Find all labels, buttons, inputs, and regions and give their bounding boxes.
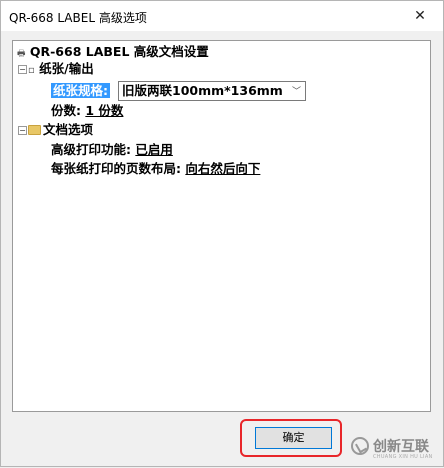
advanced-print-value[interactable]: 已启用 — [135, 142, 173, 157]
watermark-text: 创新互联 — [373, 439, 429, 455]
paper-icon: ▫ — [28, 65, 35, 76]
paper-size-label: 纸张规格: — [51, 83, 110, 98]
tree-node-doc-options[interactable]: 文档选项 — [43, 122, 93, 138]
ok-button[interactable]: 确定 — [255, 427, 332, 449]
settings-tree: 🖶 QR-668 LABEL 高级文档设置 − ▫ 纸张/输出 纸张规格: 旧版… — [12, 40, 431, 412]
tree-root-label: QR-668 LABEL 高级文档设置 — [29, 44, 209, 59]
dialog-window: QR-668 LABEL 高级选项 ✕ 🖶 QR-668 LABEL 高级文档设… — [0, 0, 444, 467]
paper-size-value: 旧版两联100mm*136mm — [122, 83, 283, 98]
title-bar: QR-668 LABEL 高级选项 ✕ — [1, 1, 443, 31]
tree-item-pages-per-sheet[interactable]: 每张纸打印的页数布局: 向右然后向下 — [51, 161, 260, 177]
copies-value[interactable]: 1 份数 — [85, 103, 123, 118]
watermark-logo: 创新互联 CHUANG XIN HU LIAN — [345, 433, 444, 468]
tree-node-paper-output[interactable]: ▫ 纸张/输出 — [28, 61, 94, 79]
collapse-toggle-paper[interactable]: − — [18, 65, 27, 74]
chevron-down-icon: ﹀ — [291, 87, 301, 97]
close-icon: ✕ — [414, 8, 426, 24]
pages-per-sheet-value[interactable]: 向右然后向下 — [185, 161, 260, 176]
collapse-toggle-doc-options[interactable]: − — [18, 126, 27, 135]
tree-item-copies[interactable]: 份数: 1 份数 — [51, 103, 123, 119]
tree-node-doc-options-label: 文档选项 — [43, 122, 94, 137]
folder-icon — [28, 125, 41, 135]
tree-root[interactable]: 🖶 QR-668 LABEL 高级文档设置 — [17, 44, 209, 62]
printer-icon: 🖶 — [17, 49, 26, 59]
close-button[interactable]: ✕ — [397, 1, 443, 31]
watermark-subtext: CHUANG XIN HU LIAN — [373, 454, 433, 460]
tree-item-paper-size[interactable]: 纸张规格: — [51, 83, 110, 99]
brand-logo-icon — [351, 437, 369, 455]
tree-node-paper-output-label: 纸张/输出 — [39, 61, 94, 76]
pages-per-sheet-label: 每张纸打印的页数布局: — [51, 161, 181, 176]
tree-item-advanced-print[interactable]: 高级打印功能: 已启用 — [51, 142, 173, 158]
paper-size-select[interactable]: 旧版两联100mm*136mm ﹀ — [118, 81, 306, 101]
advanced-print-label: 高级打印功能: — [51, 142, 131, 157]
copies-label: 份数: — [51, 103, 81, 118]
window-title: QR-668 LABEL 高级选项 — [9, 11, 147, 25]
